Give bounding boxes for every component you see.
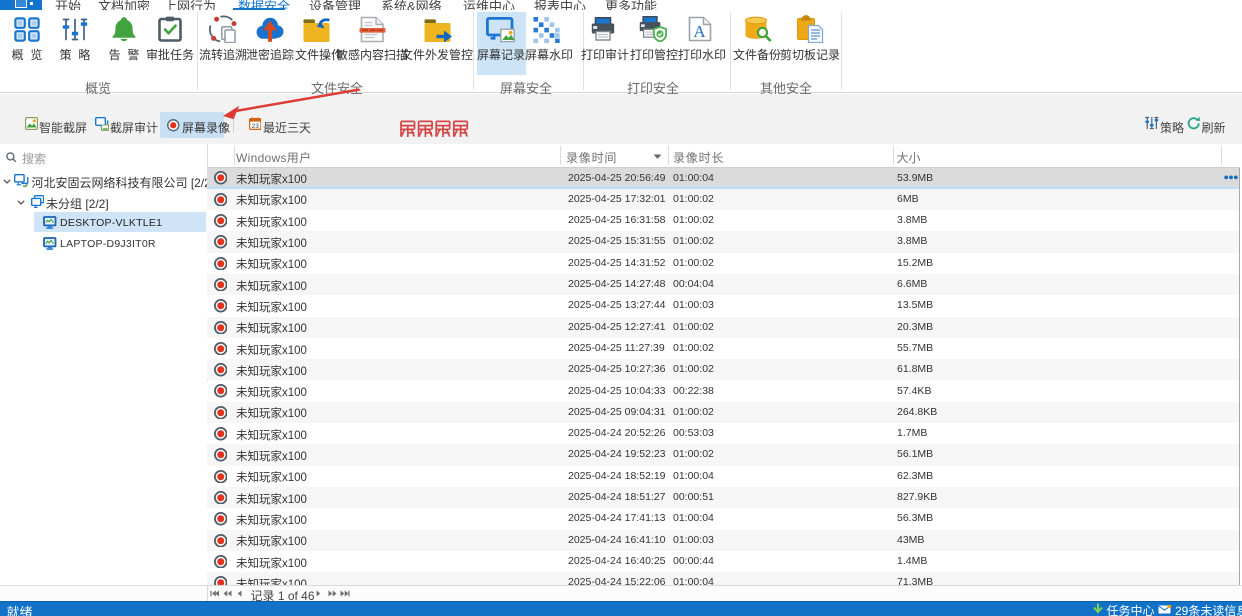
svg-text:A: A [693, 22, 706, 41]
svg-text:23: 23 [251, 123, 259, 130]
